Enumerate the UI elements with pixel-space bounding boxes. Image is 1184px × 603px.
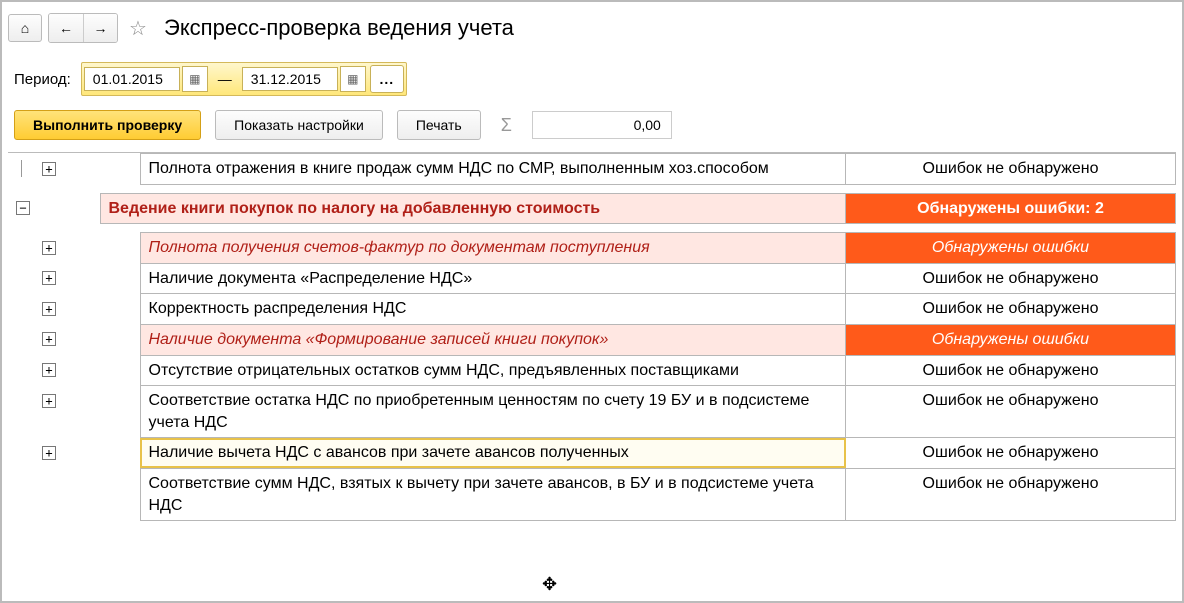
nav-buttons: ← → xyxy=(48,13,118,43)
app-window: ⌂ ← → ☆ Экспресс-проверка ведения учета … xyxy=(0,0,1184,603)
period-picker-button[interactable]: ... xyxy=(370,65,404,93)
sum-field[interactable]: 0,00 xyxy=(532,111,672,139)
period-label: Период: xyxy=(14,71,71,88)
report-area[interactable]: + Полнота отражения в книге продаж сумм … xyxy=(8,152,1176,565)
row-status: Ошибок не обнаружено xyxy=(846,263,1176,294)
row-desc: Соответствие сумм НДС, взятых к вычету п… xyxy=(140,468,846,520)
report-table: + Полнота отражения в книге продаж сумм … xyxy=(8,153,1176,521)
row-status: Ошибок не обнаружено xyxy=(846,154,1176,185)
period-row: Период: 01.01.2015 ▦ — 31.12.2015 ▦ ... xyxy=(8,62,1176,96)
arrow-left-icon: ← xyxy=(59,20,73,36)
table-row: + Соответствие остатка НДС по приобретен… xyxy=(8,386,1176,438)
expand-button[interactable]: + xyxy=(42,332,56,346)
expand-button[interactable]: + xyxy=(42,302,56,316)
expand-button[interactable]: + xyxy=(42,363,56,377)
date-from-calendar-button[interactable]: ▦ xyxy=(182,66,208,92)
row-desc: Полнота отражения в книге продаж сумм НД… xyxy=(140,154,846,185)
home-button[interactable]: ⌂ xyxy=(8,14,42,42)
arrow-right-icon: → xyxy=(94,20,108,36)
row-desc: Наличие вычета НДС с авансов при зачете … xyxy=(140,438,846,469)
toolbar: Выполнить проверку Показать настройки Пе… xyxy=(8,110,1176,140)
date-to-field[interactable]: 31.12.2015 xyxy=(242,67,338,91)
table-row: + Полнота отражения в книге продаж сумм … xyxy=(8,154,1176,185)
date-from-field[interactable]: 01.01.2015 xyxy=(84,67,180,91)
calendar-icon: ▦ xyxy=(189,72,200,86)
row-status: Ошибок не обнаружено xyxy=(846,294,1176,325)
group-title: Ведение книги покупок по налогу на добав… xyxy=(100,193,846,224)
sigma-icon: Σ xyxy=(495,115,518,136)
table-row-selected: + Наличие вычета НДС с авансов при зачет… xyxy=(8,438,1176,469)
page-title: Экспресс-проверка ведения учета xyxy=(164,15,514,41)
collapse-button[interactable]: − xyxy=(16,201,30,215)
star-icon: ☆ xyxy=(129,16,147,41)
row-status: Обнаружены ошибки xyxy=(846,233,1176,264)
group-row: − Ведение книги покупок по налогу на доб… xyxy=(8,193,1176,224)
row-desc: Корректность распределения НДС xyxy=(140,294,846,325)
titlebar: ⌂ ← → ☆ Экспресс-проверка ведения учета xyxy=(8,8,1176,48)
row-status: Ошибок не обнаружено xyxy=(846,468,1176,520)
row-status: Ошибок не обнаружено xyxy=(846,438,1176,469)
home-icon: ⌂ xyxy=(21,20,29,36)
row-desc: Наличие документа «Распределение НДС» xyxy=(140,263,846,294)
row-status: Ошибок не обнаружено xyxy=(846,386,1176,438)
run-check-button[interactable]: Выполнить проверку xyxy=(14,110,201,140)
date-to-calendar-button[interactable]: ▦ xyxy=(340,66,366,92)
expand-button[interactable]: + xyxy=(42,162,56,176)
expand-button[interactable]: + xyxy=(42,446,56,460)
row-desc: Полнота получения счетов-фактур по докум… xyxy=(140,233,846,264)
print-button[interactable]: Печать xyxy=(397,110,481,140)
group-status: Обнаружены ошибки: 2 xyxy=(846,193,1176,224)
table-row: + Корректность распределения НДС Ошибок … xyxy=(8,294,1176,325)
table-row: + Отсутствие отрицательных остатков сумм… xyxy=(8,355,1176,386)
back-button[interactable]: ← xyxy=(49,14,83,42)
table-row: Соответствие сумм НДС, взятых к вычету п… xyxy=(8,468,1176,520)
favorite-button[interactable]: ☆ xyxy=(124,14,152,42)
show-settings-button[interactable]: Показать настройки xyxy=(215,110,383,140)
cursor-icon: ✥ xyxy=(542,574,557,595)
period-dash: — xyxy=(208,71,242,87)
period-group: 01.01.2015 ▦ — 31.12.2015 ▦ ... xyxy=(81,62,407,96)
expand-button[interactable]: + xyxy=(42,241,56,255)
table-row: + Наличие документа «Формирование записе… xyxy=(8,324,1176,355)
row-status: Обнаружены ошибки xyxy=(846,324,1176,355)
forward-button[interactable]: → xyxy=(83,14,117,42)
table-row: + Наличие документа «Распределение НДС» … xyxy=(8,263,1176,294)
calendar-icon: ▦ xyxy=(347,72,358,86)
row-desc: Отсутствие отрицательных остатков сумм Н… xyxy=(140,355,846,386)
expand-button[interactable]: + xyxy=(42,271,56,285)
expand-button[interactable]: + xyxy=(42,394,56,408)
table-row: + Полнота получения счетов-фактур по док… xyxy=(8,233,1176,264)
row-desc: Соответствие остатка НДС по приобретенны… xyxy=(140,386,846,438)
row-desc: Наличие документа «Формирование записей … xyxy=(140,324,846,355)
row-status: Ошибок не обнаружено xyxy=(846,355,1176,386)
